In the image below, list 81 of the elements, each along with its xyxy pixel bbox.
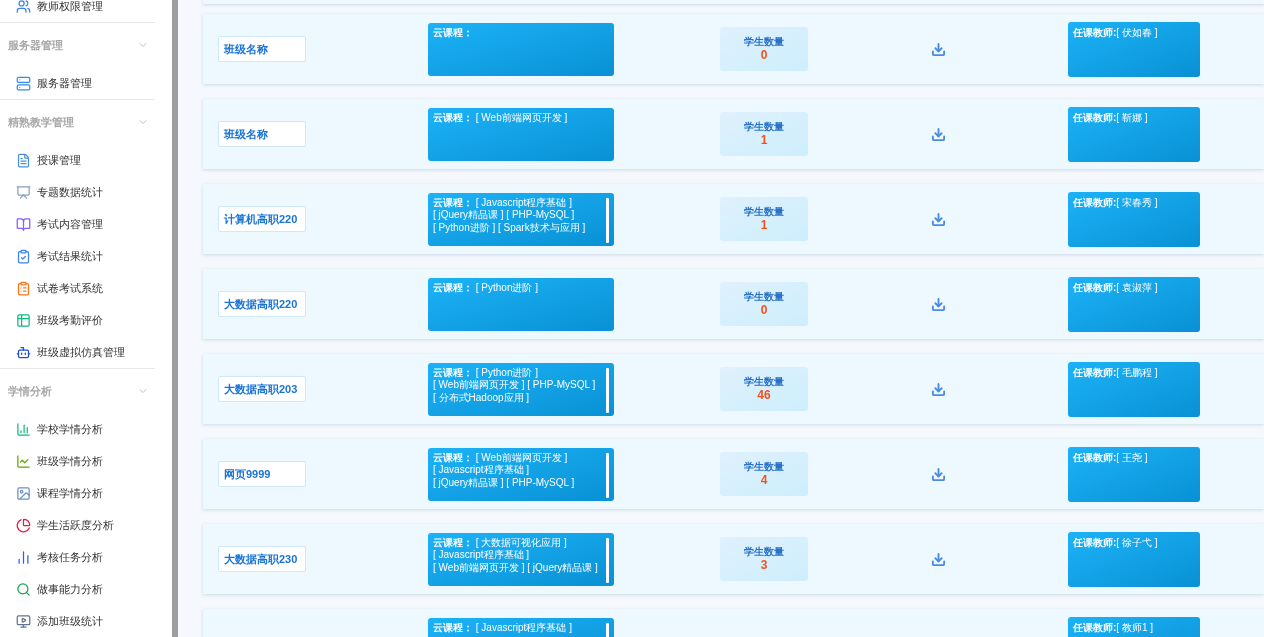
sidebar-item[interactable]: 班级学情分析 [37,452,103,470]
scrollbar[interactable] [606,367,609,413]
teacher-text: 任课教师:[ 靳娜 ] [1073,111,1148,123]
teacher-text: 任课教师:[ 教师1 ] [1073,621,1154,633]
student-count-label: 学生数量 [744,545,784,558]
course-list: 云课程： [ Python进阶 ] [ Web前端网页开发 ] [ PHP-MySQL ] [ 分布式Hadoop应用 ] [433,366,604,404]
sidebar-item[interactable]: 授课管理 [37,151,81,169]
scrollbar[interactable] [606,537,609,583]
sidebar-item[interactable]: 服务器管理 [37,74,92,92]
student-count-label: 学生数量 [744,120,784,133]
download-icon[interactable] [930,211,946,227]
sidebar-item[interactable]: 专题数据统计 [37,183,103,201]
download-icon[interactable] [930,126,946,142]
class-name-field[interactable]: 计算机高职220 [218,206,306,232]
student-count-label: 学生数量 [744,290,784,303]
robot-icon [16,344,31,360]
download-icon[interactable] [930,381,946,397]
teacher-text: 任课教师:[ 宋春秀 ] [1073,196,1158,208]
teacher-text: 任课教师:[ 毛鹏程 ] [1073,366,1158,378]
course-list: 云课程： [ Javascript程序基础 ] [433,621,604,634]
teacher-text: 任课教师:[ 伏如春 ] [1073,26,1158,38]
sidebar-item[interactable]: 考核任务分析 [37,548,103,566]
course-list: 云课程： [ Javascript程序基础 ] [ jQuery精品课 ] [ PHP-MySQL ] [ Python进阶 ] [ Spark技术与应用 ] [433,196,604,234]
sidebar-item[interactable]: 班级虚拟仿真管理 [37,343,125,361]
sidebar-item[interactable]: 考试结果统计 [37,247,103,265]
download-icon[interactable] [930,41,946,57]
clipboard-check-icon [16,248,31,264]
sidebar-item[interactable]: 做事能力分析 [37,580,103,598]
class-name-field[interactable]: 网页9999 [218,461,306,487]
monitor-icon [16,613,31,629]
sidebar-item[interactable]: 课程学情分析 [37,484,103,502]
student-count-label: 学生数量 [744,35,784,48]
sidebar-item[interactable]: 班级考勤评价 [37,311,103,329]
class-name-field[interactable]: 班级名称 [218,121,306,147]
clipboard-icon [16,280,31,296]
course-list: 云课程： [ Web前端网页开发 ] [433,111,604,124]
class-name-field[interactable]: 大数据高职220 [218,291,306,317]
chart-board-icon [16,184,31,200]
teacher-text: 任课教师:[ 袁淑萍 ] [1073,281,1158,293]
student-count: 1 [760,133,768,148]
student-count: 46 [757,388,771,403]
document-icon [16,152,31,168]
scrollbar[interactable] [606,197,609,243]
teacher-text: 任课教师:[ 徐子弋 ] [1073,536,1158,548]
student-count: 0 [760,48,768,63]
class-name-field[interactable]: 班级名称 [218,36,306,62]
teacher-text: 任课教师:[ 王尧 ] [1073,451,1148,463]
scrollbar[interactable] [606,452,609,498]
sidebar-item[interactable]: 考试内容管理 [37,215,103,233]
server-icon [16,75,31,91]
course-list: 云课程： [ Web前端网页开发 ] [ Javascript程序基础 ] [ jQuery精品课 ] [ PHP-MySQL ] [433,451,604,489]
sidebar-item[interactable]: 添加班级统计 [37,612,103,630]
pie-chart-icon [16,517,31,533]
search-icon [16,581,31,597]
class-name-field[interactable]: 大数据高职203 [218,376,306,402]
bar-chart-icon [16,549,31,565]
course-list: 云课程： [433,26,604,39]
student-count-label: 学生数量 [744,460,784,473]
table-icon [16,312,31,328]
student-count-label: 学生数量 [744,375,784,388]
student-count: 3 [760,558,768,573]
download-icon[interactable] [930,466,946,482]
student-count: 4 [760,473,768,488]
download-icon[interactable] [930,551,946,567]
course-list: 云课程： [ Python进阶 ] [433,281,604,294]
book-icon [16,216,31,232]
sidebar-item[interactable]: 学生活跃度分析 [37,516,114,534]
student-count: 1 [760,218,768,233]
sidebar-item[interactable]: 教师权限管理 [37,0,103,15]
sidebar-item[interactable]: 学校学情分析 [37,420,103,438]
student-count: 0 [760,303,768,318]
student-count-label: 学生数量 [744,205,784,218]
scrollbar[interactable] [172,0,178,637]
course-list: 云课程： [ 大数据可视化应用 ] [ Javascript程序基础 ] [ Web前端网页开发 ] [ jQuery精品课 ] [433,536,604,574]
line-chart-icon [16,453,31,469]
sidebar-item[interactable]: 试卷考试系统 [37,279,103,297]
bar-chart-icon [16,421,31,437]
users-icon [16,0,31,14]
class-name-field[interactable]: 大数据高职230 [218,546,306,572]
download-icon[interactable] [930,296,946,312]
image-icon [16,485,31,501]
